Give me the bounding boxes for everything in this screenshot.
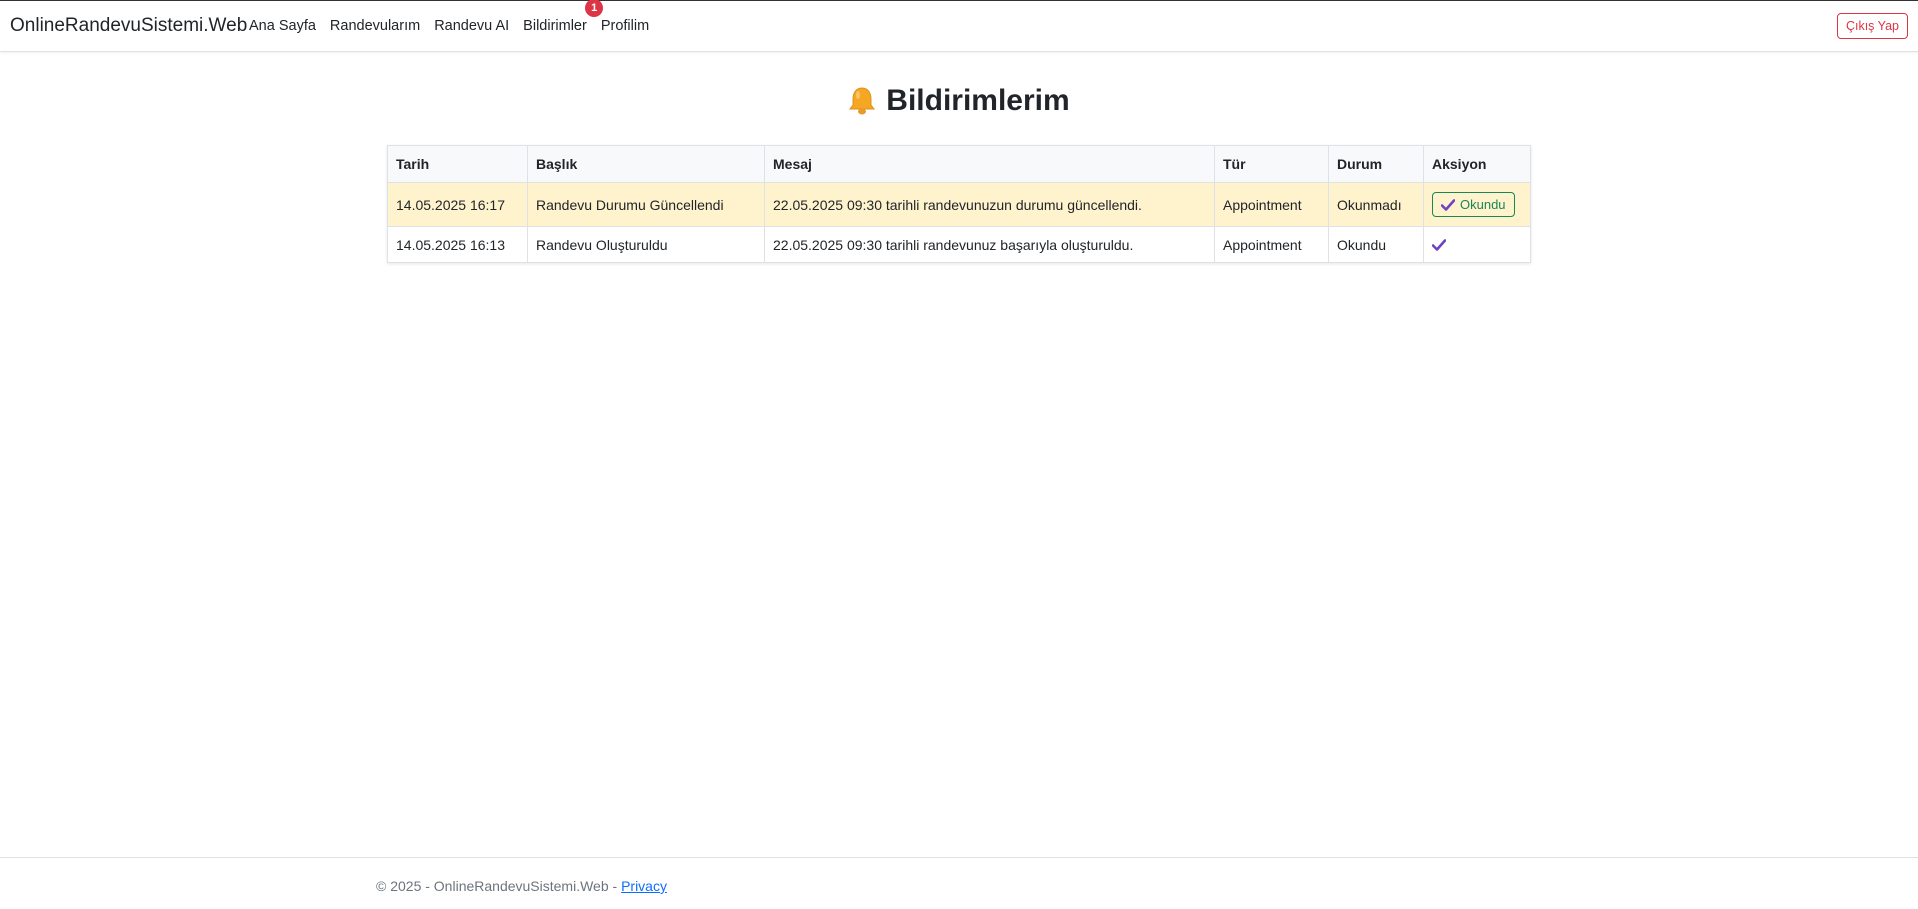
bell-icon [849,87,876,115]
nav-item-appointments[interactable]: Randevularım [330,18,420,34]
nav-item-profile[interactable]: Profilim [601,18,649,34]
cell-title: Randevu Durumu Güncellendi [527,182,765,227]
column-header-message: Mesaj [764,145,1215,183]
nav-item-home[interactable]: Ana Sayfa [249,18,316,34]
table-header-row: Tarih Başlık Mesaj Tür Durum Aksiyon [387,145,1531,183]
cell-type: Appointment [1214,182,1329,227]
footer-text: © 2025 - OnlineRandevuSistemi.Web - Priv… [376,878,667,894]
cell-message: 22.05.2025 09:30 tarihli randevunuzun du… [764,182,1215,227]
notification-count-badge: 1 [585,0,604,17]
page-title: Bildirimlerim [886,84,1070,117]
footer: © 2025 - OnlineRandevuSistemi.Web - Priv… [0,857,1918,909]
copyright-text: © 2025 - OnlineRandevuSistemi.Web - [376,878,622,894]
cell-status: Okunmadı [1328,182,1424,227]
check-icon [1441,198,1455,211]
privacy-link[interactable]: Privacy [621,878,667,894]
cell-message: 22.05.2025 09:30 tarihli randevunuz başa… [764,226,1215,263]
cell-action [1423,226,1531,263]
nav-item-notifications-label: Bildirimler [523,18,587,34]
column-header-status: Durum [1328,145,1424,183]
check-icon [1431,238,1447,251]
cell-date: 14.05.2025 16:17 [387,182,528,227]
brand-link[interactable]: OnlineRandevuSistemi.Web [10,15,247,37]
column-header-type: Tür [1214,145,1329,183]
cell-action: Okundu [1423,182,1531,227]
page-header: Bildirimlerim [0,84,1918,118]
mark-as-read-button[interactable]: Okundu [1432,192,1515,217]
navbar: OnlineRandevuSistemi.Web Ana Sayfa Rande… [0,0,1918,52]
notifications-table: Tarih Başlık Mesaj Tür Durum Aksiyon 14.… [387,145,1531,263]
table-row: 14.05.2025 16:17 Randevu Durumu Güncelle… [387,182,1531,227]
nav-links: Ana Sayfa Randevularım Randevu AI Bildir… [249,0,663,34]
nav-item-appointment-ai[interactable]: Randevu AI [434,18,509,34]
mark-as-read-label: Okundu [1460,197,1506,212]
cell-date: 14.05.2025 16:13 [387,226,528,263]
column-header-title: Başlık [527,145,765,183]
cell-status: Okundu [1328,226,1424,263]
nav-item-notifications[interactable]: Bildirimler 1 [523,0,604,34]
table-row: 14.05.2025 16:13 Randevu Oluşturuldu 22.… [387,226,1531,263]
column-header-action: Aksiyon [1423,145,1531,183]
logout-button[interactable]: Çıkış Yap [1836,13,1908,39]
column-header-date: Tarih [387,145,528,183]
cell-type: Appointment [1214,226,1329,263]
cell-title: Randevu Oluşturuldu [527,226,765,263]
